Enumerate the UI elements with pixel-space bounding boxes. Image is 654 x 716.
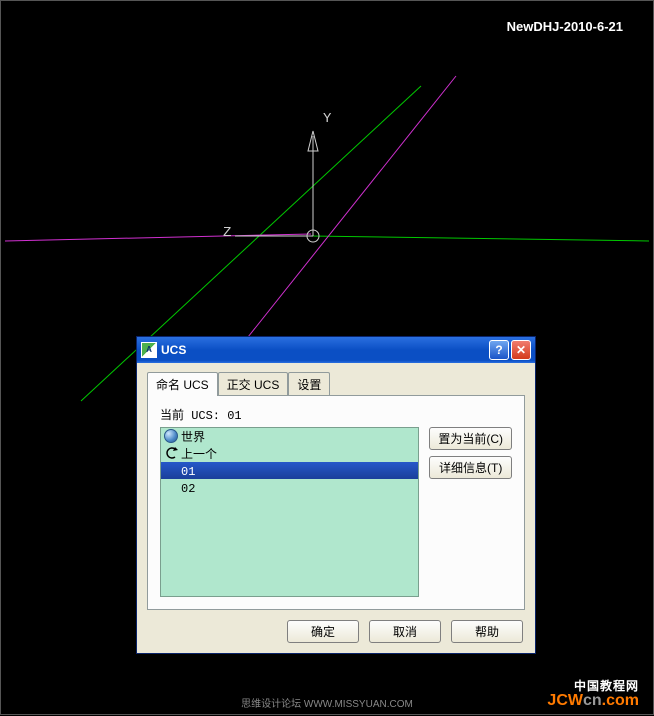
help-icon[interactable]: ? xyxy=(489,340,509,360)
tab-row: 命名 UCS 正交 UCS 设置 xyxy=(147,371,525,395)
list-item-world[interactable]: 世界 xyxy=(161,428,418,445)
axis-label-y: Y xyxy=(323,111,331,127)
list-item-previous[interactable]: 上一个 xyxy=(161,445,418,462)
close-icon[interactable]: ✕ xyxy=(511,340,531,360)
tab-ortho-ucs[interactable]: 正交 UCS xyxy=(218,372,289,396)
back-arrow-icon xyxy=(164,446,178,460)
titlebar[interactable]: A UCS ? ✕ xyxy=(137,337,535,363)
axis-label-z: Z xyxy=(223,225,231,241)
help-button[interactable]: 帮助 xyxy=(451,620,523,643)
current-ucs-label: 当前 UCS: 01 xyxy=(160,406,512,423)
list-item-label: 01 xyxy=(181,465,195,479)
app-icon: A xyxy=(141,342,157,358)
ucs-dialog: A UCS ? ✕ 命名 UCS 正交 UCS 设置 当前 UCS: 01 世界 xyxy=(136,336,536,654)
watermark-top: NewDHJ-2010-6-21 xyxy=(507,19,623,34)
set-current-button[interactable]: 置为当前(C) xyxy=(429,427,512,450)
dialog-title: UCS xyxy=(161,343,487,357)
globe-icon xyxy=(164,429,178,443)
list-item-01[interactable]: ▶ 01 xyxy=(161,462,418,479)
ok-button[interactable]: 确定 xyxy=(287,620,359,643)
tab-content: 当前 UCS: 01 世界 上一个 ▶ 01 xyxy=(147,395,525,610)
list-item-label: 02 xyxy=(181,482,195,496)
details-button[interactable]: 详细信息(T) xyxy=(429,456,512,479)
watermark-site: 中国教程网 JCWcn.com xyxy=(547,677,639,710)
tab-named-ucs[interactable]: 命名 UCS xyxy=(147,372,218,396)
list-item-label: 世界 xyxy=(181,431,205,445)
list-item-label: 上一个 xyxy=(181,448,217,462)
list-item-02[interactable]: 02 xyxy=(161,479,418,496)
tab-settings[interactable]: 设置 xyxy=(288,372,330,396)
cancel-button[interactable]: 取消 xyxy=(369,620,441,643)
ucs-listbox[interactable]: 世界 上一个 ▶ 01 02 xyxy=(160,427,419,597)
